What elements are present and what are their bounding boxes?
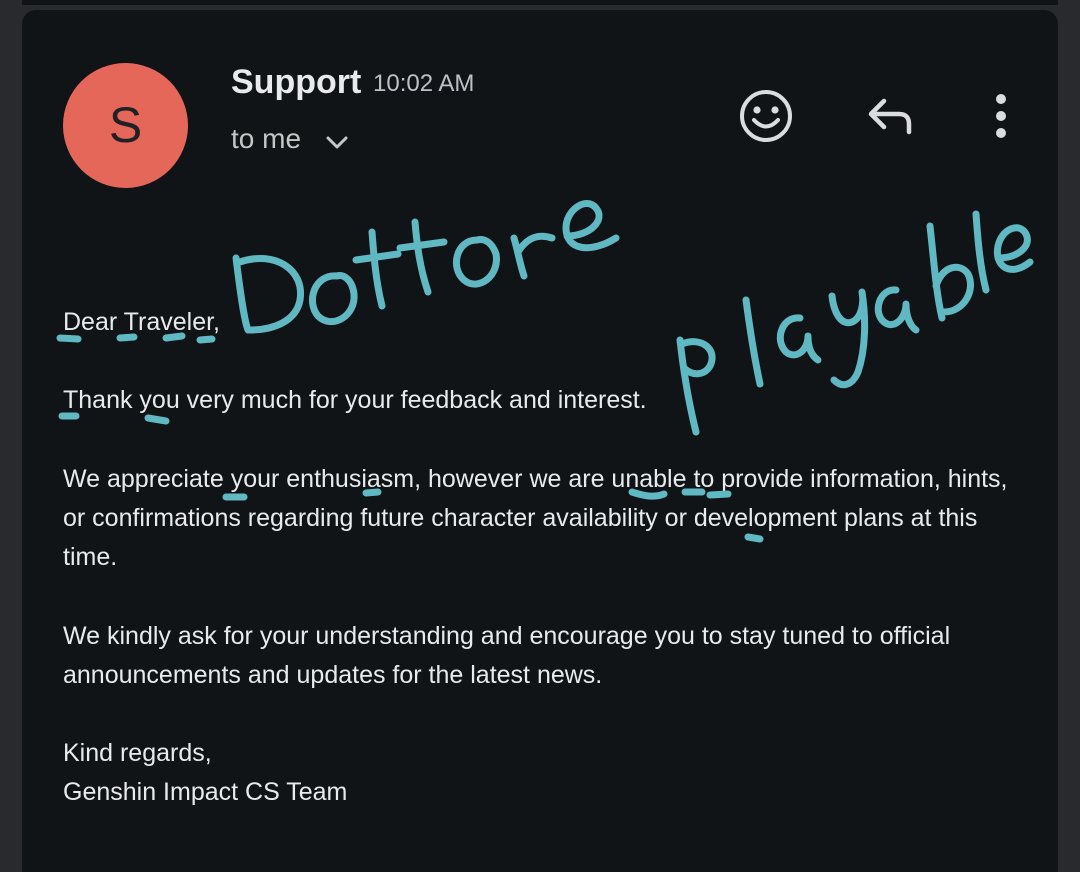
email-view: S Support 10:02 AM to me Dear Traveler, …	[0, 0, 1080, 872]
previous-message-edge	[22, 0, 1058, 5]
sender-name[interactable]: Support	[231, 62, 361, 102]
greeting: Dear Traveler,	[63, 308, 221, 336]
signature: Genshin Impact CS Team	[63, 778, 348, 807]
recipient-label[interactable]: to me	[231, 122, 301, 156]
reply-icon[interactable]	[863, 92, 919, 140]
avatar[interactable]: S	[63, 63, 188, 188]
body-paragraph: We kindly ask for your understanding and…	[63, 621, 951, 689]
chevron-down-icon[interactable]	[322, 130, 352, 154]
message-body: Dear Traveler, Thank you very much for y…	[63, 303, 1023, 813]
body-paragraph: We appreciate your enthusiasm, however w…	[63, 464, 1008, 572]
smiley-icon[interactable]	[736, 86, 796, 146]
signature-block: Kind regards, Genshin Impact CS Team	[63, 734, 1023, 812]
message-time: 10:02 AM	[373, 70, 475, 97]
body-paragraph: Thank you very much for your feedback an…	[63, 386, 647, 415]
signoff: Kind regards,	[63, 739, 212, 768]
more-vert-icon[interactable]	[985, 88, 1017, 144]
